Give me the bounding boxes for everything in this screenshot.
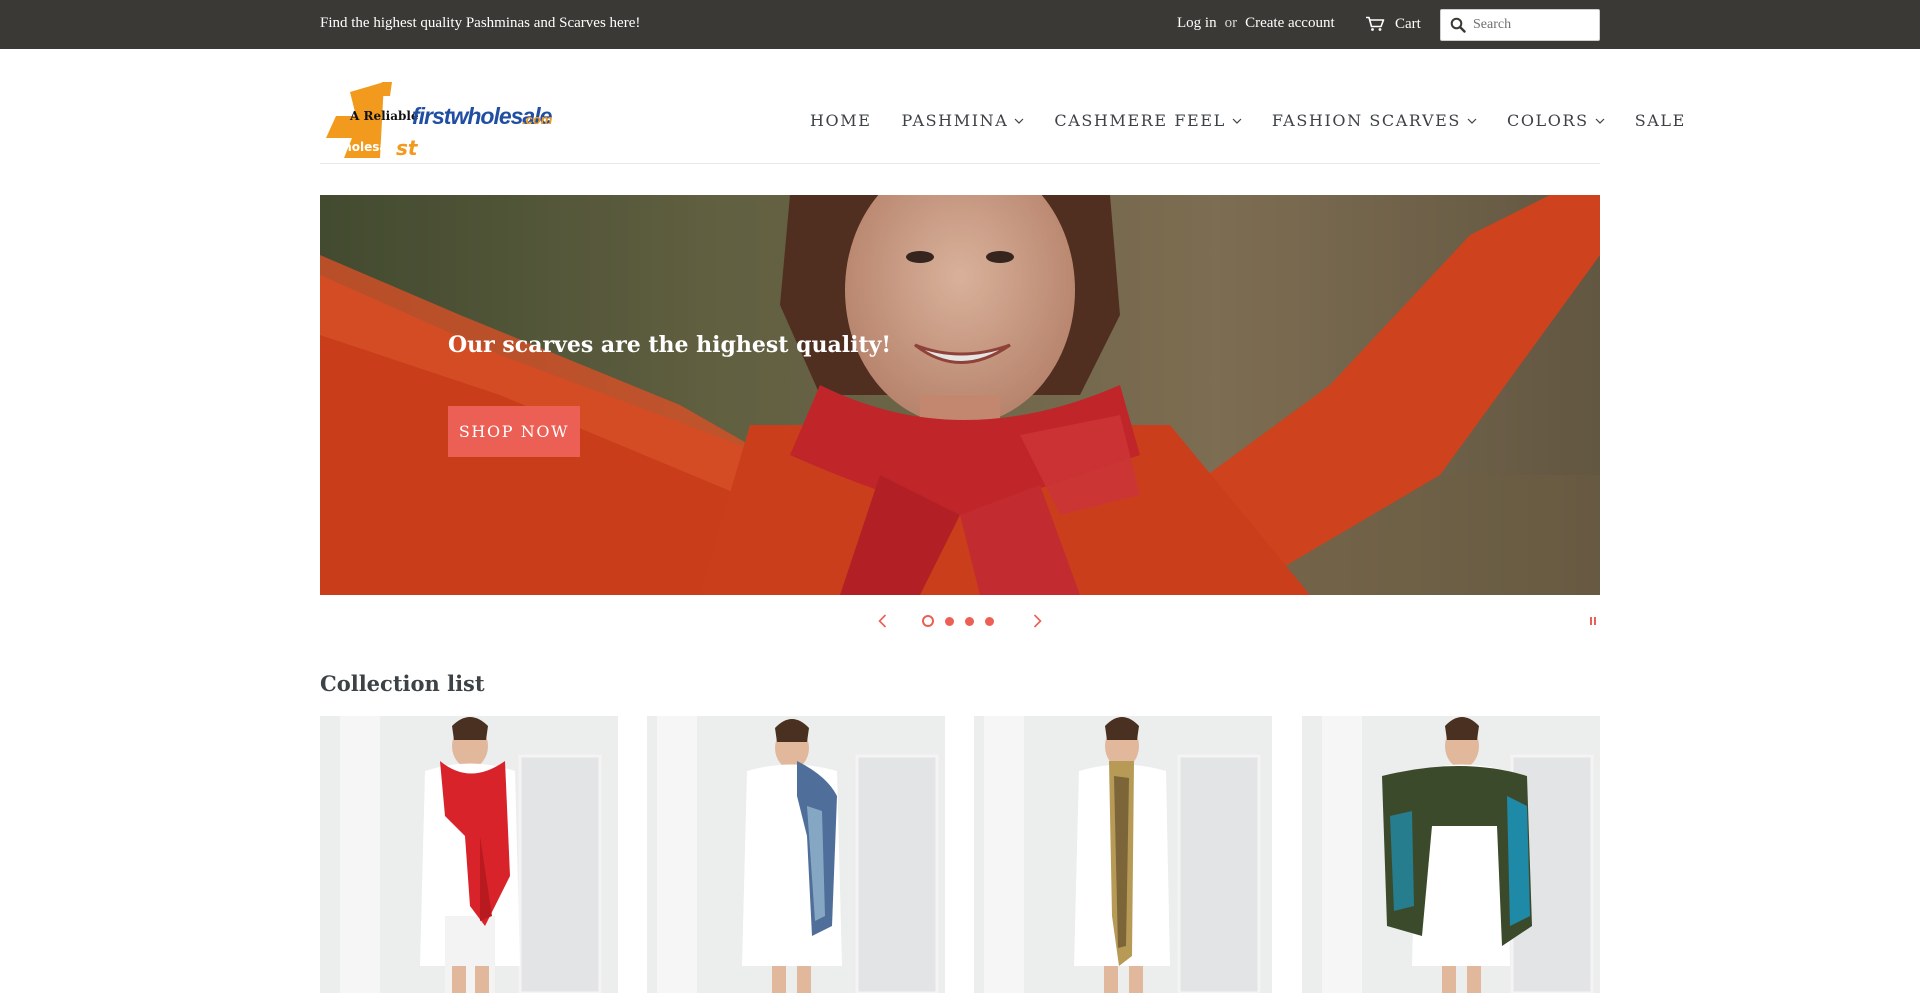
search-box: [1440, 9, 1600, 41]
search-input[interactable]: [1473, 17, 1593, 33]
nav-colors-label: COLORS: [1507, 111, 1589, 130]
or-separator: or: [1224, 15, 1238, 31]
collection-list-title: Collection list: [320, 671, 485, 696]
logo-reliable-text: A Reliable: [349, 109, 419, 123]
announcement-text: Find the highest quality Pashminas and S…: [320, 15, 641, 31]
collection-card[interactable]: [974, 716, 1272, 993]
nav-colors[interactable]: COLORS: [1507, 111, 1605, 130]
header-divider: [320, 163, 1600, 164]
nav-fashion-scarves-label: FASHION SCARVES: [1271, 111, 1461, 130]
hero-headline: Our scarves are the highest quality!: [448, 332, 892, 358]
collection-card[interactable]: [647, 716, 945, 993]
previous-slide-button[interactable]: [872, 611, 892, 631]
slide-indicators: [922, 615, 1005, 627]
site-logo[interactable]: A Reliable Wholesaler st firstwholesale …: [322, 82, 554, 160]
chevron-down-icon: [1595, 118, 1605, 124]
collection-image: [647, 716, 945, 993]
nav-home-label: HOME: [810, 111, 872, 130]
chevron-down-icon: [1232, 118, 1242, 124]
logo-domain-text: .com: [522, 112, 553, 127]
chevron-right-icon: [1033, 614, 1042, 628]
hero-slideshow: Our scarves are the highest quality! SHO…: [320, 195, 1600, 595]
main-navigation: HOME PASHMINA CASHMERE FEEL FASHION SCAR…: [810, 111, 1686, 130]
nav-cashmere-feel[interactable]: CASHMERE FEEL: [1054, 111, 1242, 130]
collection-image: [974, 716, 1272, 993]
nav-pashmina-label: PASHMINA: [901, 111, 1009, 130]
cart-icon: [1366, 16, 1385, 31]
slide-dot-4[interactable]: [985, 616, 994, 626]
next-slide-button[interactable]: [1027, 611, 1047, 631]
chevron-down-icon: [1014, 118, 1024, 124]
collection-image: [1302, 716, 1600, 993]
slide-dot-3[interactable]: [965, 616, 974, 626]
pause-slideshow-button[interactable]: [1586, 613, 1600, 629]
nav-cashmere-feel-label: CASHMERE FEEL: [1054, 111, 1226, 130]
slide-dot-2[interactable]: [945, 616, 954, 626]
collection-card[interactable]: [320, 716, 618, 993]
collection-image: [320, 716, 618, 993]
slideshow-controls: [0, 607, 1920, 635]
collection-card[interactable]: [1302, 716, 1600, 993]
nav-home[interactable]: HOME: [810, 111, 872, 130]
cart-label: Cart: [1395, 15, 1421, 32]
logo-wholesaler-text: Wholesaler: [330, 140, 406, 154]
collection-grid: [320, 716, 1600, 993]
chevron-down-icon: [1467, 118, 1477, 124]
pause-icon: [1590, 617, 1596, 625]
nav-pashmina[interactable]: PASHMINA: [902, 111, 1025, 130]
announcement-bar: Find the highest quality Pashminas and S…: [0, 0, 1920, 49]
nav-fashion-scarves[interactable]: FASHION SCARVES: [1272, 111, 1477, 130]
login-link[interactable]: Log in: [1177, 15, 1217, 32]
hero-overlay: [320, 195, 1600, 595]
account-links: Log in or Create account: [1177, 15, 1335, 32]
nav-sale[interactable]: SALE: [1635, 111, 1686, 130]
search-icon[interactable]: [1443, 10, 1473, 40]
slide-dot-1[interactable]: [922, 615, 934, 627]
nav-sale-label: SALE: [1634, 111, 1686, 130]
create-account-link[interactable]: Create account: [1245, 15, 1335, 32]
chevron-left-icon: [877, 614, 886, 628]
logo-st-text: st: [396, 136, 419, 158]
cart-link[interactable]: Cart: [1365, 13, 1421, 35]
shop-now-button[interactable]: SHOP NOW: [448, 406, 580, 457]
